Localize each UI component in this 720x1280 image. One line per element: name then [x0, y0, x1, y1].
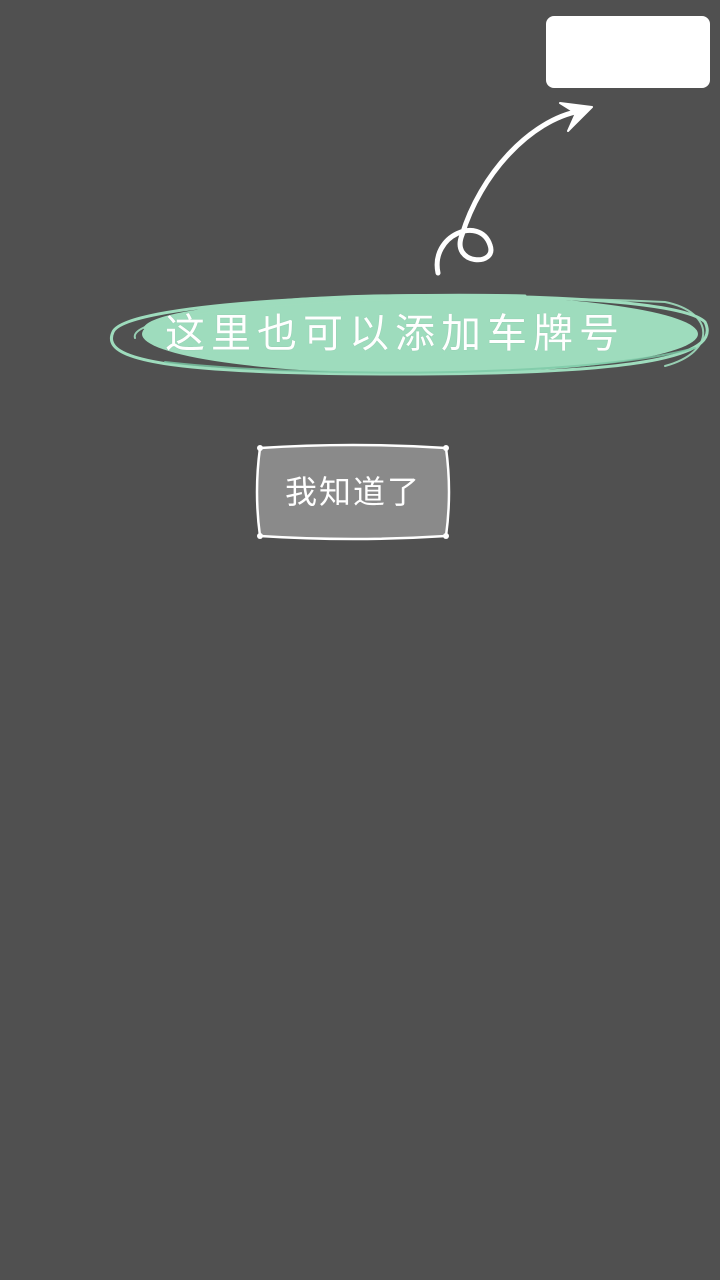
got-it-button[interactable]: 我知道了 [254, 442, 452, 542]
guide-overlay: 这里也可以添加车牌号 我知道了 [0, 0, 720, 1280]
curved-arrow-icon [434, 102, 593, 276]
highlighted-target-area[interactable] [546, 16, 710, 88]
got-it-label: 我知道了 [284, 473, 421, 511]
tip-text: 这里也可以添加车牌号 [165, 311, 625, 357]
tip-bubble: 这里也可以添加车牌号 [105, 282, 715, 384]
